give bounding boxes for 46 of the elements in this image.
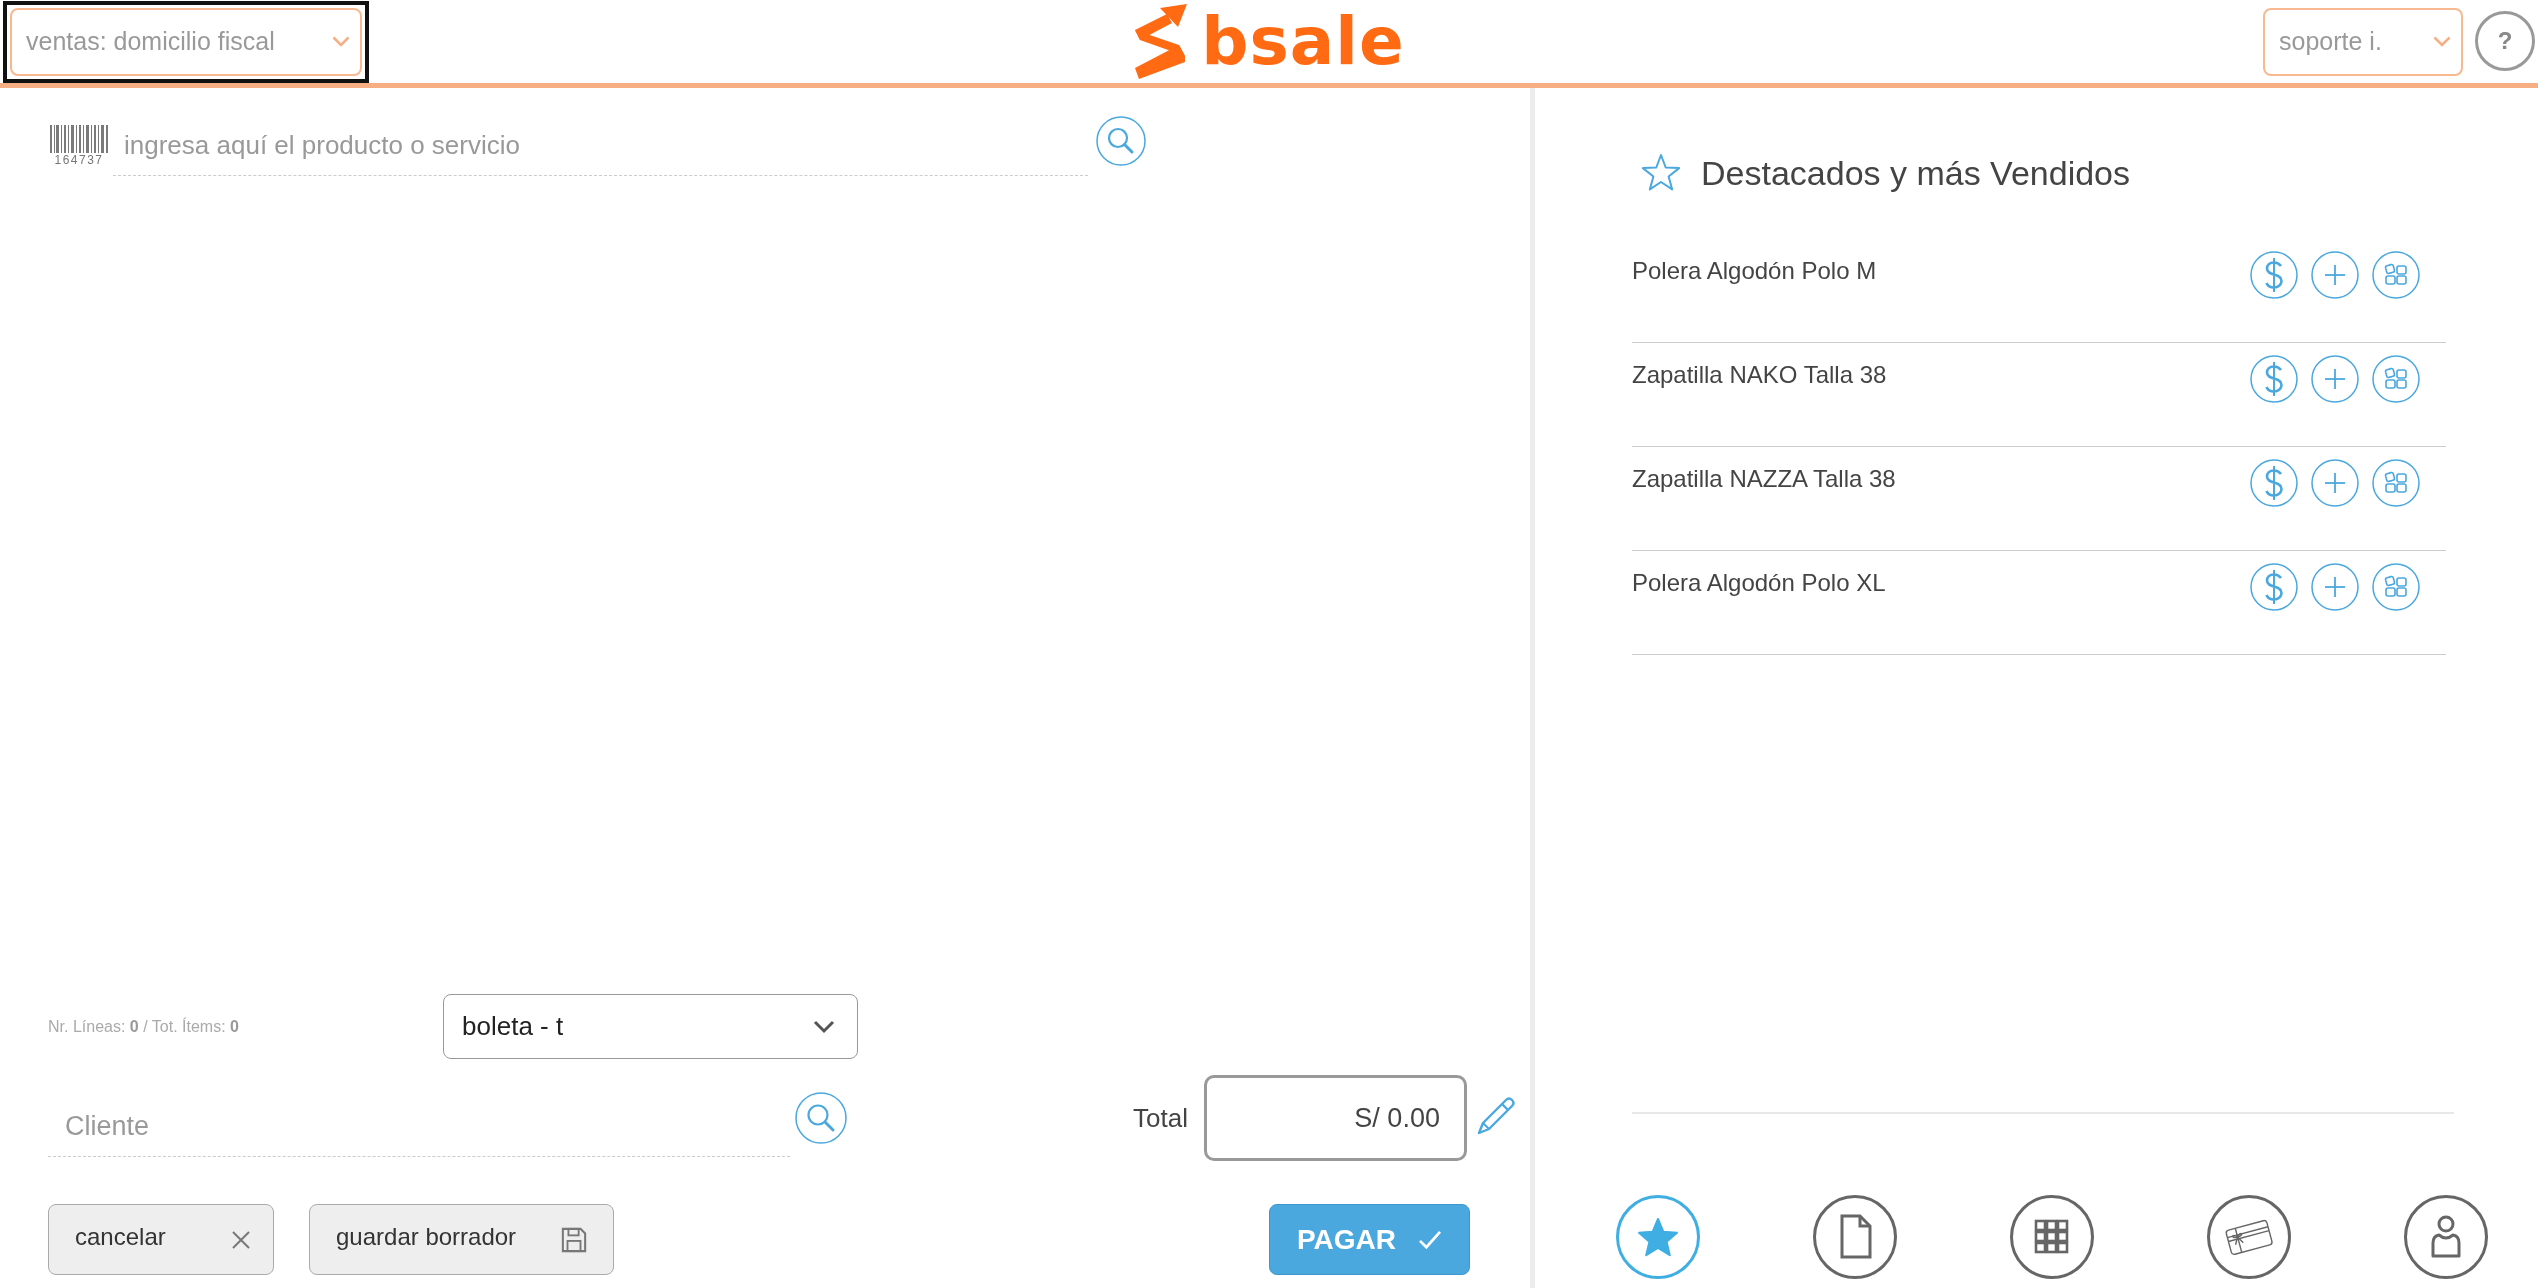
chevron-down-icon — [332, 36, 350, 47]
check-icon — [1418, 1229, 1442, 1250]
grid-icon[interactable] — [2010, 1195, 2094, 1279]
document-icon[interactable] — [1813, 1195, 1897, 1279]
pay-button[interactable]: PAGAR — [1269, 1204, 1470, 1275]
product-name: Polera Algodón Polo M — [1632, 256, 1877, 286]
user-icon[interactable] — [2404, 1195, 2488, 1279]
squares-icon[interactable] — [2372, 355, 2420, 403]
user-select[interactable]: soporte i. — [2263, 7, 2463, 76]
chevron-down-icon — [2433, 36, 2451, 47]
section-title: Destacados y más Vendidos — [1701, 153, 2131, 193]
chevron-down-icon — [813, 1019, 835, 1034]
barcode-icon — [50, 125, 108, 153]
product-name: Zapatilla NAKO Talla 38 — [1632, 360, 1887, 390]
product-name: Zapatilla NAZZA Talla 38 — [1632, 464, 1896, 494]
logo-icon — [1133, 4, 1188, 79]
squares-icon[interactable] — [2372, 563, 2420, 611]
barcode-number: 164737 — [54, 153, 104, 167]
close-icon — [231, 1229, 251, 1250]
plus-icon[interactable] — [2311, 251, 2359, 299]
squares-icon[interactable] — [2372, 459, 2420, 507]
search-icon[interactable] — [1096, 116, 1146, 166]
cancel-button[interactable]: cancelar — [48, 1204, 274, 1275]
squares-icon[interactable] — [2372, 251, 2420, 299]
total-field: S/ 0.00 — [1203, 1075, 1467, 1161]
search-icon[interactable] — [795, 1092, 847, 1144]
total-label: Total — [1133, 1102, 1188, 1134]
dollar-icon[interactable] — [2250, 459, 2298, 507]
dollar-icon[interactable] — [2250, 355, 2298, 403]
plus-icon[interactable] — [2311, 355, 2359, 403]
help-button[interactable]: ? — [2475, 10, 2535, 71]
save-draft-button[interactable]: guardar borrador — [309, 1204, 614, 1275]
plus-icon[interactable] — [2311, 459, 2359, 507]
document-type-select[interactable]: boleta - t — [443, 994, 858, 1059]
line-item-summary: Nr. Líneas: 0 / Tot. Ítems: 0 — [48, 1017, 240, 1036]
location-select[interactable]: ventas: domicilio fiscal — [10, 7, 362, 76]
product-search-field[interactable]: ingresa aquí el producto o servicio — [113, 116, 1088, 176]
gift-card-icon[interactable] — [2207, 1195, 2291, 1279]
product-name: Polera Algodón Polo XL — [1632, 568, 1886, 598]
client-search-field[interactable]: Cliente — [48, 1097, 790, 1157]
dollar-icon[interactable] — [2250, 563, 2298, 611]
brand-name: bsale — [1201, 6, 1405, 77]
pencil-icon[interactable] — [1475, 1094, 1515, 1136]
save-icon — [561, 1226, 587, 1253]
plus-icon[interactable] — [2311, 563, 2359, 611]
dollar-icon[interactable] — [2250, 251, 2298, 299]
